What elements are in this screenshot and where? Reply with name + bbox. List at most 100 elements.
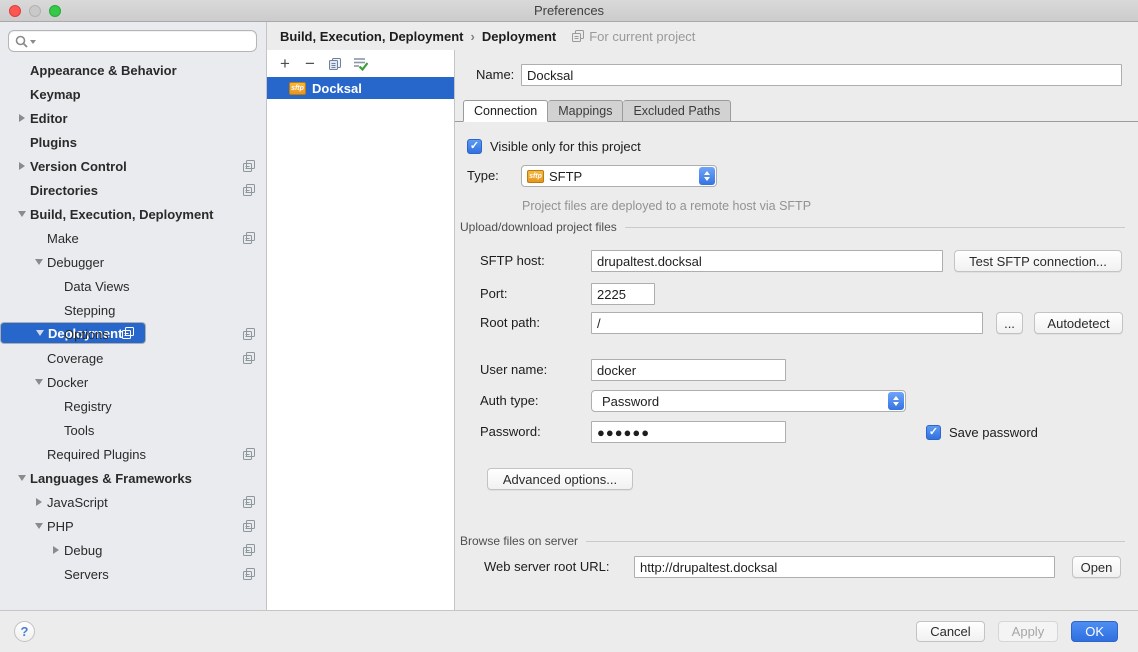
password-input[interactable] bbox=[591, 421, 786, 443]
test-sftp-connection-button[interactable]: Test SFTP connection... bbox=[954, 250, 1122, 272]
open-url-button[interactable]: Open bbox=[1072, 556, 1121, 578]
tab-connection[interactable]: Connection bbox=[463, 100, 548, 122]
sidebar-item-label: Servers bbox=[64, 567, 109, 582]
auth-type-select[interactable]: Password bbox=[591, 390, 906, 412]
sidebar-item-label: Editor bbox=[30, 111, 68, 126]
project-scope-icon bbox=[243, 328, 255, 340]
ok-button[interactable]: OK bbox=[1071, 621, 1118, 642]
port-label: Port: bbox=[480, 283, 507, 305]
sidebar-item-label: Make bbox=[47, 231, 79, 246]
duplicate-server-button[interactable] bbox=[327, 56, 343, 72]
root-path-input[interactable] bbox=[591, 312, 983, 334]
sidebar-item-plugins[interactable]: Plugins bbox=[0, 130, 266, 154]
expand-down-icon[interactable] bbox=[30, 379, 47, 385]
expand-right-icon[interactable] bbox=[13, 162, 30, 170]
project-scope-icon bbox=[243, 544, 255, 556]
web-root-label: Web server root URL: bbox=[484, 556, 609, 578]
traffic-lights bbox=[9, 5, 61, 17]
minimize-window-button[interactable] bbox=[29, 5, 41, 17]
sidebar-item-editor[interactable]: Editor bbox=[0, 106, 266, 130]
save-password-checkbox[interactable]: ✓ bbox=[926, 425, 941, 440]
expand-down-icon[interactable] bbox=[13, 475, 30, 481]
help-button[interactable]: ? bbox=[14, 621, 35, 642]
sidebar-item-php[interactable]: PHP bbox=[0, 514, 266, 538]
project-scope-icon bbox=[243, 160, 255, 172]
sidebar-item-docker[interactable]: Docker bbox=[0, 370, 266, 394]
sidebar-item-stepping[interactable]: Stepping bbox=[0, 298, 266, 322]
sftp-icon: sftp bbox=[527, 170, 544, 183]
sidebar-item-label: Data Views bbox=[64, 279, 130, 294]
apply-button[interactable]: Apply bbox=[998, 621, 1059, 642]
sidebar-item-build-execution-deployment[interactable]: Build, Execution, Deployment bbox=[0, 202, 266, 226]
settings-tree: Appearance & Behavior Keymap Editor Plugins… bbox=[0, 57, 266, 610]
tab-excluded-paths[interactable]: Excluded Paths bbox=[623, 100, 731, 122]
server-item-docksal[interactable]: sftpDocksal bbox=[267, 77, 454, 99]
expand-right-icon[interactable] bbox=[13, 114, 30, 122]
sidebar-item-options[interactable]: Options bbox=[0, 322, 266, 346]
sidebar-item-coverage[interactable]: Coverage bbox=[0, 346, 266, 370]
sidebar-item-data-views[interactable]: Data Views bbox=[0, 274, 266, 298]
expand-right-icon[interactable] bbox=[30, 498, 47, 506]
remove-server-button[interactable]: − bbox=[302, 56, 318, 72]
for-current-project-icon bbox=[572, 30, 584, 42]
auth-type-label: Auth type: bbox=[480, 390, 539, 412]
sidebar-item-debug[interactable]: Debug bbox=[0, 538, 266, 562]
sftp-host-input[interactable] bbox=[591, 250, 943, 272]
port-input[interactable] bbox=[591, 283, 655, 305]
sidebar-item-make[interactable]: Make bbox=[0, 226, 266, 250]
expand-down-icon[interactable] bbox=[13, 211, 30, 217]
sidebar-item-keymap[interactable]: Keymap bbox=[0, 82, 266, 106]
advanced-options-button[interactable]: Advanced options... bbox=[487, 468, 633, 490]
sidebar-item-servers[interactable]: Servers bbox=[0, 562, 266, 586]
root-path-label: Root path: bbox=[480, 312, 540, 334]
use-as-default-button[interactable] bbox=[352, 56, 368, 72]
sidebar-item-label: Docker bbox=[47, 375, 88, 390]
user-name-input[interactable] bbox=[591, 359, 786, 381]
name-label: Name: bbox=[476, 64, 514, 86]
expand-down-icon[interactable] bbox=[30, 259, 47, 265]
sftp-host-label: SFTP host: bbox=[480, 250, 545, 272]
sidebar-item-appearance-behavior[interactable]: Appearance & Behavior bbox=[0, 58, 266, 82]
cancel-button[interactable]: Cancel bbox=[916, 621, 984, 642]
settings-search-box[interactable] bbox=[8, 30, 257, 52]
add-server-button[interactable]: + bbox=[277, 56, 293, 72]
sidebar-item-required-plugins[interactable]: Required Plugins bbox=[0, 442, 266, 466]
sidebar-item-debugger[interactable]: Debugger bbox=[0, 250, 266, 274]
save-password-label: Save password bbox=[949, 425, 1038, 440]
auth-type-select-value: Password bbox=[597, 394, 905, 409]
autodetect-button[interactable]: Autodetect bbox=[1034, 312, 1123, 334]
search-icon bbox=[15, 35, 28, 48]
type-select[interactable]: sftp SFTP bbox=[521, 165, 717, 187]
sidebar-item-registry[interactable]: Registry bbox=[0, 394, 266, 418]
breadcrumb-segment-deployment[interactable]: Deployment bbox=[482, 29, 556, 44]
visible-only-label: Visible only for this project bbox=[490, 139, 641, 154]
sidebar-item-directories[interactable]: Directories bbox=[0, 178, 266, 202]
sidebar-item-languages-frameworks[interactable]: Languages & Frameworks bbox=[0, 466, 266, 490]
settings-search-input[interactable] bbox=[40, 34, 250, 49]
project-scope-icon bbox=[243, 448, 255, 460]
search-options-chevron-icon[interactable] bbox=[30, 40, 36, 44]
select-chevrons-icon bbox=[888, 392, 904, 410]
checkmark-icon: ✓ bbox=[470, 141, 479, 152]
visible-only-checkbox[interactable]: ✓ bbox=[467, 139, 482, 154]
sidebar-item-label: Appearance & Behavior bbox=[30, 63, 177, 78]
expand-down-icon[interactable] bbox=[30, 523, 47, 529]
zoom-window-button[interactable] bbox=[49, 5, 61, 17]
name-input[interactable] bbox=[521, 64, 1122, 86]
tab-mappings[interactable]: Mappings bbox=[548, 100, 623, 122]
project-scope-icon bbox=[243, 352, 255, 364]
select-chevrons-icon bbox=[699, 167, 715, 185]
breadcrumb-separator: › bbox=[470, 29, 474, 44]
sidebar-item-version-control[interactable]: Version Control bbox=[0, 154, 266, 178]
browse-root-path-button[interactable]: ... bbox=[996, 312, 1023, 334]
expand-right-icon[interactable] bbox=[47, 546, 64, 554]
sidebar-item-javascript[interactable]: JavaScript bbox=[0, 490, 266, 514]
project-scope-icon bbox=[243, 184, 255, 196]
close-window-button[interactable] bbox=[9, 5, 21, 17]
breadcrumb-segment-build-execution-deployment[interactable]: Build, Execution, Deployment bbox=[280, 29, 463, 44]
project-scope-icon bbox=[243, 232, 255, 244]
sidebar-item-tools[interactable]: Tools bbox=[0, 418, 266, 442]
web-root-input[interactable] bbox=[634, 556, 1055, 578]
server-item-label: Docksal bbox=[312, 81, 362, 96]
browse-section-header: Browse files on server bbox=[460, 534, 1125, 548]
